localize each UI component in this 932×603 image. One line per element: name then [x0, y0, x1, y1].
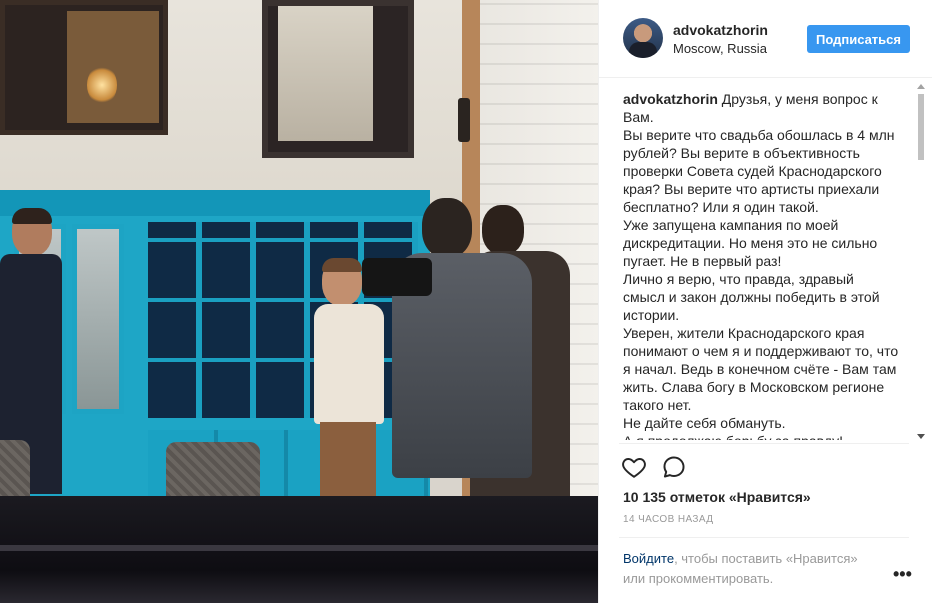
login-link[interactable]: Войдите: [623, 551, 674, 566]
username-link[interactable]: advokatzhorin: [673, 22, 768, 38]
caption: advokatzhorin Друзья, у меня вопрос к Ва…: [623, 90, 899, 440]
photo-table-edge: [0, 545, 598, 551]
caption-text: Друзья, у меня вопрос к Вам. Вы верите ч…: [623, 91, 899, 440]
location-link[interactable]: Moscow, Russia: [673, 41, 767, 56]
comment-button[interactable]: [661, 454, 687, 480]
caption-username[interactable]: advokatzhorin: [623, 91, 718, 107]
scroll-up-icon[interactable]: [917, 84, 925, 89]
photo-chair: [166, 442, 260, 502]
avatar[interactable]: [623, 18, 663, 58]
login-prompt: Войдите, чтобы поставить «Нравится» или …: [623, 549, 883, 589]
likes-count[interactable]: 10 135 отметок «Нравится»: [623, 489, 811, 505]
speech-bubble-icon: [663, 456, 685, 478]
photo-glass-door: [72, 224, 124, 414]
more-options-button[interactable]: •••: [893, 565, 912, 583]
post-header: advokatzhorin Moscow, Russia Подписаться: [599, 0, 932, 78]
post-photo[interactable]: [0, 0, 598, 603]
scrollbar-thumb[interactable]: [918, 94, 924, 160]
photo-window-center: [262, 0, 414, 158]
instagram-post: advokatzhorin Moscow, Russia Подписаться…: [0, 0, 932, 603]
heart-outline-icon: [622, 458, 646, 478]
follow-button[interactable]: Подписаться: [807, 25, 910, 53]
photo-cameraman: [362, 198, 552, 498]
photo-wall-lamp: [458, 98, 470, 142]
photo-chair: [0, 440, 30, 500]
divider: [619, 537, 909, 538]
caption-scrollbar[interactable]: [916, 84, 926, 439]
post-timestamp[interactable]: 14 ЧАСОВ НАЗАД: [623, 514, 713, 525]
scroll-down-icon[interactable]: [917, 434, 925, 439]
post-sidebar: advokatzhorin Moscow, Russia Подписаться…: [598, 0, 932, 603]
divider: [619, 443, 909, 444]
caption-scroll-area[interactable]: advokatzhorin Друзья, у меня вопрос к Ва…: [599, 78, 932, 440]
like-button[interactable]: [621, 454, 647, 480]
photo-window-left: [0, 0, 168, 135]
video-camera-icon: [362, 258, 432, 296]
